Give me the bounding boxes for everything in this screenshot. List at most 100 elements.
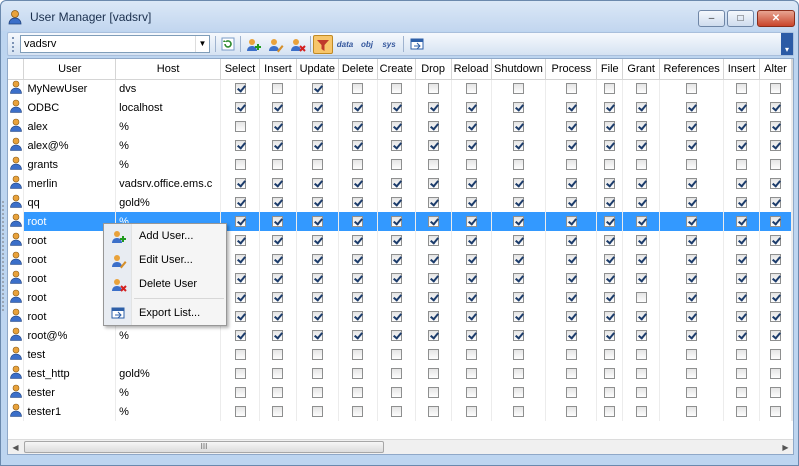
privilege-checkbox[interactable]: [390, 83, 402, 95]
privilege-checkbox[interactable]: [311, 311, 323, 323]
privilege-checkbox[interactable]: [352, 406, 364, 418]
user-cell[interactable]: root: [23, 212, 117, 231]
privilege-checkbox[interactable]: [311, 140, 323, 152]
menu-item-add-user[interactable]: Add User...: [106, 226, 224, 248]
privilege-checkbox[interactable]: [635, 349, 647, 361]
privilege-checkbox[interactable]: [512, 254, 524, 266]
privilege-checkbox[interactable]: [272, 159, 284, 171]
column-header[interactable]: User: [23, 59, 117, 80]
privilege-checkbox[interactable]: [427, 311, 439, 323]
privilege-checkbox[interactable]: [390, 292, 402, 304]
privilege-checkbox[interactable]: [769, 121, 781, 133]
privilege-checkbox[interactable]: [736, 368, 748, 380]
privilege-checkbox[interactable]: [736, 121, 748, 133]
privilege-checkbox[interactable]: [686, 406, 698, 418]
privilege-checkbox[interactable]: [311, 273, 323, 285]
privilege-checkbox[interactable]: [311, 216, 323, 228]
privilege-checkbox[interactable]: [604, 197, 616, 209]
privilege-checkbox[interactable]: [465, 406, 477, 418]
privilege-checkbox[interactable]: [686, 330, 698, 342]
host-cell[interactable]: %: [115, 383, 222, 402]
column-header[interactable]: Insert: [259, 59, 297, 80]
privilege-checkbox[interactable]: [427, 235, 439, 247]
privilege-checkbox[interactable]: [512, 368, 524, 380]
privilege-checkbox[interactable]: [686, 102, 698, 114]
object-privileges-button[interactable]: obj: [357, 35, 377, 54]
privilege-checkbox[interactable]: [352, 292, 364, 304]
menu-item-export-list[interactable]: Export List...: [106, 303, 224, 325]
server-select[interactable]: vadsrv ▼: [20, 35, 210, 53]
privilege-checkbox[interactable]: [565, 349, 577, 361]
host-cell[interactable]: %: [115, 117, 222, 136]
privilege-checkbox[interactable]: [769, 387, 781, 399]
privilege-checkbox[interactable]: [512, 349, 524, 361]
privilege-checkbox[interactable]: [390, 273, 402, 285]
horizontal-scrollbar[interactable]: ◀ III ▶: [8, 439, 793, 454]
user-cell[interactable]: tester1: [23, 402, 117, 421]
privilege-checkbox[interactable]: [352, 330, 364, 342]
privilege-checkbox[interactable]: [736, 273, 748, 285]
privilege-checkbox[interactable]: [635, 178, 647, 190]
user-cell[interactable]: test_http: [23, 364, 117, 383]
privilege-checkbox[interactable]: [736, 254, 748, 266]
privilege-checkbox[interactable]: [604, 178, 616, 190]
privilege-checkbox[interactable]: [769, 159, 781, 171]
privilege-checkbox[interactable]: [512, 83, 524, 95]
toolbar-overflow-button[interactable]: ▾: [781, 33, 793, 55]
privilege-checkbox[interactable]: [311, 254, 323, 266]
privilege-checkbox[interactable]: [234, 102, 246, 114]
privilege-checkbox[interactable]: [427, 292, 439, 304]
privilege-checkbox[interactable]: [352, 197, 364, 209]
privilege-checkbox[interactable]: [234, 235, 246, 247]
privilege-checkbox[interactable]: [635, 235, 647, 247]
privilege-checkbox[interactable]: [736, 406, 748, 418]
privilege-checkbox[interactable]: [635, 121, 647, 133]
privilege-checkbox[interactable]: [234, 140, 246, 152]
privilege-checkbox[interactable]: [390, 368, 402, 380]
privilege-checkbox[interactable]: [272, 349, 284, 361]
scroll-left-icon[interactable]: ◀: [8, 440, 23, 455]
privilege-checkbox[interactable]: [512, 197, 524, 209]
privilege-checkbox[interactable]: [390, 235, 402, 247]
table-row[interactable]: test: [8, 345, 793, 364]
privilege-checkbox[interactable]: [352, 254, 364, 266]
privilege-checkbox[interactable]: [427, 406, 439, 418]
privilege-checkbox[interactable]: [390, 178, 402, 190]
privilege-checkbox[interactable]: [604, 159, 616, 171]
privilege-checkbox[interactable]: [311, 292, 323, 304]
table-row[interactable]: ODBC localhost: [8, 98, 793, 117]
privilege-checkbox[interactable]: [465, 159, 477, 171]
privilege-checkbox[interactable]: [604, 387, 616, 399]
privilege-checkbox[interactable]: [272, 178, 284, 190]
privilege-checkbox[interactable]: [565, 330, 577, 342]
privilege-checkbox[interactable]: [465, 83, 477, 95]
privilege-checkbox[interactable]: [352, 349, 364, 361]
privilege-checkbox[interactable]: [604, 140, 616, 152]
privilege-checkbox[interactable]: [769, 102, 781, 114]
privilege-checkbox[interactable]: [512, 178, 524, 190]
privilege-checkbox[interactable]: [686, 178, 698, 190]
privilege-checkbox[interactable]: [272, 330, 284, 342]
toolbar-grip[interactable]: [12, 37, 15, 52]
host-cell[interactable]: vadsrv.office.ems.c: [115, 174, 222, 193]
privilege-checkbox[interactable]: [390, 311, 402, 323]
privilege-checkbox[interactable]: [686, 254, 698, 266]
privilege-checkbox[interactable]: [565, 235, 577, 247]
add-user-button[interactable]: [244, 35, 264, 54]
privilege-checkbox[interactable]: [311, 121, 323, 133]
column-header[interactable]: Shutdown: [491, 59, 547, 80]
user-cell[interactable]: qq: [23, 193, 117, 212]
privilege-checkbox[interactable]: [390, 159, 402, 171]
privilege-checkbox[interactable]: [390, 387, 402, 399]
privilege-checkbox[interactable]: [234, 330, 246, 342]
privilege-checkbox[interactable]: [311, 159, 323, 171]
privilege-checkbox[interactable]: [769, 330, 781, 342]
privilege-checkbox[interactable]: [512, 159, 524, 171]
privilege-checkbox[interactable]: [352, 235, 364, 247]
privilege-checkbox[interactable]: [736, 387, 748, 399]
privilege-checkbox[interactable]: [565, 159, 577, 171]
privilege-checkbox[interactable]: [427, 273, 439, 285]
privilege-checkbox[interactable]: [272, 368, 284, 380]
privilege-checkbox[interactable]: [635, 273, 647, 285]
privilege-checkbox[interactable]: [427, 216, 439, 228]
